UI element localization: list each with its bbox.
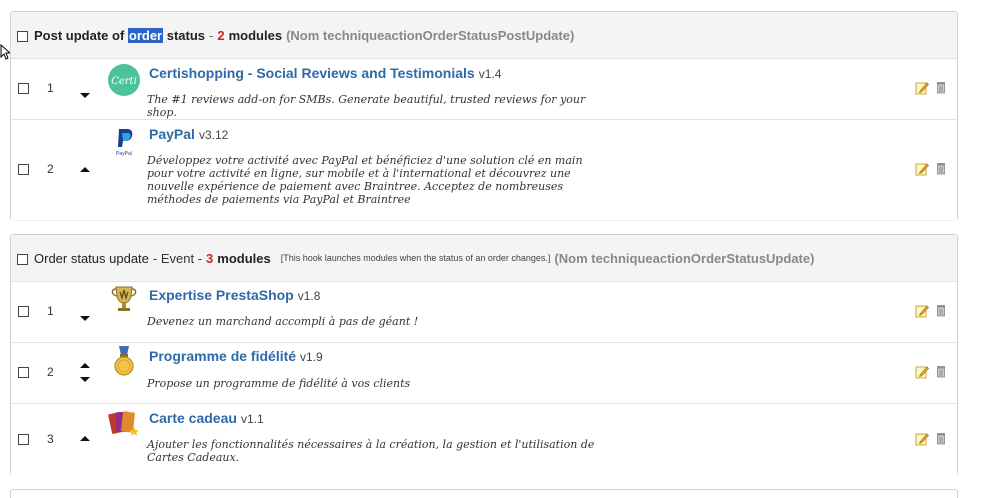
paypal-logo-icon: PayPal (108, 125, 140, 157)
module-description: Développez votre activité avec PayPal et… (147, 154, 583, 206)
edit-icon[interactable] (915, 432, 929, 446)
trash-icon[interactable] (936, 81, 946, 94)
module-count: 2 (217, 27, 225, 43)
module-description: Propose un programme de fidélité à vos c… (147, 377, 411, 390)
edit-icon[interactable] (915, 81, 929, 95)
hook-description-note: [This hook launches modules when the sta… (280, 253, 551, 263)
module-name-link[interactable]: PayPal v3.12 (149, 126, 228, 142)
move-down-arrow-icon[interactable] (80, 93, 90, 98)
module-description: Ajouter les fonctionnalités nécessaires … (147, 438, 595, 464)
module-version: v1.9 (300, 350, 323, 364)
trash-icon[interactable] (936, 162, 946, 175)
hook-technical-name: (Nom techniqueactionOrderStatusPostUpdat… (286, 27, 575, 43)
trash-icon[interactable] (936, 365, 946, 378)
move-up-arrow-icon[interactable] (80, 436, 90, 441)
move-up-arrow-icon[interactable] (80, 363, 90, 368)
module-description: Devenez un marchand accompli à pas de gé… (147, 315, 419, 328)
edit-icon[interactable] (915, 365, 929, 379)
module-count: 3 (206, 250, 214, 266)
modules-label: modules (217, 250, 271, 266)
module-checkbox[interactable] (18, 367, 29, 378)
trash-icon[interactable] (936, 432, 946, 445)
module-position: 1 (47, 304, 54, 318)
highlighted-search-term: order (127, 27, 164, 43)
trash-icon[interactable] (936, 304, 946, 317)
module-row: 1 Certi Certishopping - Social Reviews a… (11, 59, 957, 120)
hook-technical-name: (Nom techniqueactionOrderStatusUpdate) (554, 250, 815, 266)
module-position: 2 (47, 162, 54, 176)
hook-separator: - Event - (152, 250, 203, 266)
hook-panel-next (10, 489, 958, 498)
edit-icon[interactable] (915, 304, 929, 318)
module-checkbox[interactable] (18, 164, 29, 175)
module-checkbox[interactable] (18, 434, 29, 445)
module-name-link[interactable]: Expertise PrestaShop v1.8 (149, 287, 320, 303)
hook-header: Order status update - Event - 3 modules … (11, 235, 957, 282)
move-up-arrow-icon[interactable] (80, 167, 90, 172)
mouse-cursor-icon (0, 44, 10, 60)
module-version: v1.8 (297, 289, 321, 303)
module-position: 1 (47, 81, 54, 95)
module-checkbox[interactable] (18, 83, 29, 94)
hook-panel-post-update: Post update of order status - 2 modules … (10, 11, 958, 220)
module-position: 2 (47, 365, 54, 379)
hook-title: Post update of order status (34, 27, 206, 43)
move-down-arrow-icon[interactable] (80, 377, 90, 382)
hook-select-all-checkbox[interactable] (17, 30, 28, 42)
module-name-link[interactable]: Certishopping - Social Reviews and Testi… (149, 65, 501, 81)
trophy-icon (111, 286, 137, 311)
module-row: 3 Carte cadeau v1.1 Ajouter les fonctionn… (11, 404, 957, 476)
svg-text:PayPal: PayPal (116, 151, 132, 157)
module-version: v3.12 (198, 128, 229, 142)
hook-separator: - (209, 27, 214, 43)
move-down-arrow-icon[interactable] (80, 316, 90, 321)
hook-select-all-checkbox[interactable] (17, 253, 28, 265)
module-position: 3 (47, 432, 54, 446)
gift-card-icon (108, 411, 139, 436)
module-row: 1 Expertise PrestaShop v1.8 Devenez un ma… (11, 282, 957, 343)
hook-panel-order-status-update: Order status update - Event - 3 modules … (10, 234, 958, 476)
edit-icon[interactable] (915, 162, 929, 176)
hook-title: Order status update (34, 250, 149, 266)
hook-header: Post update of order status - 2 modules … (11, 12, 957, 59)
module-description: The #1 reviews add-on for SMBs. Generate… (147, 93, 586, 119)
modules-label: modules (228, 27, 283, 43)
medal-icon (114, 346, 134, 376)
module-checkbox[interactable] (18, 306, 29, 317)
module-version: v1.4 (478, 67, 502, 81)
module-name-link[interactable]: Carte cadeau v1.1 (149, 410, 264, 426)
module-version: v1.1 (240, 412, 264, 426)
svg-text:Certi: Certi (111, 76, 137, 87)
certi-logo-icon: Certi (108, 64, 140, 96)
module-name-link[interactable]: Programme de fidélité v1.9 (149, 348, 323, 364)
module-row: 2 PayPal PayPal v3.12 Développez votre ac… (11, 120, 957, 220)
module-row: 2 Programme de fidélité v1.9 Propose un p… (11, 343, 957, 404)
